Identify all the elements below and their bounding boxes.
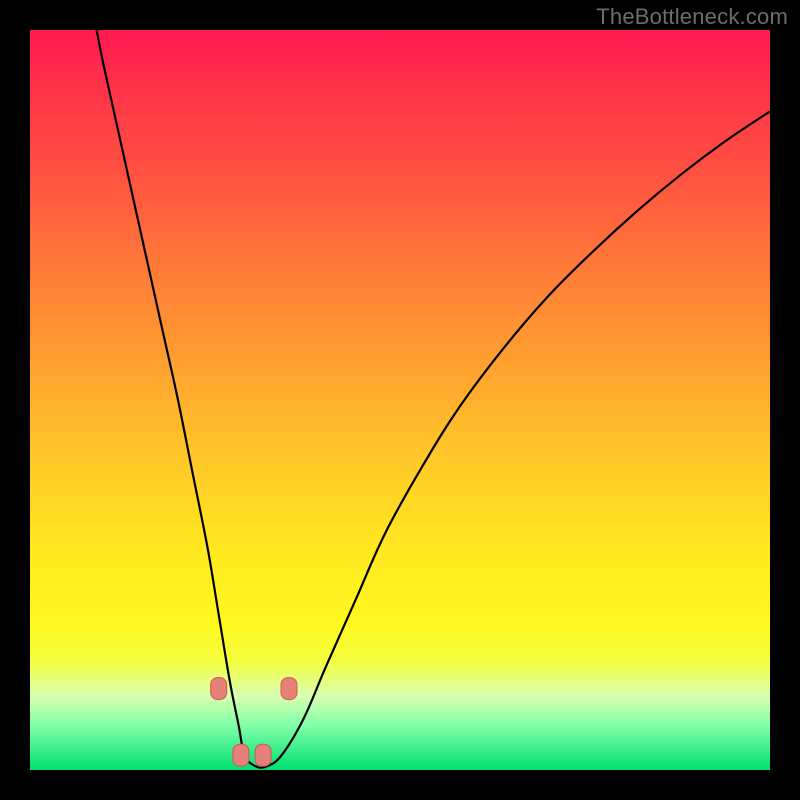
- bottleneck-curve: [97, 30, 770, 768]
- plot-area: [30, 30, 770, 770]
- curve-svg: [30, 30, 770, 770]
- curve-marker: [255, 744, 271, 766]
- curve-marker: [281, 678, 297, 700]
- watermark-text: TheBottleneck.com: [596, 4, 788, 30]
- curve-marker: [233, 744, 249, 766]
- curve-marker: [211, 678, 227, 700]
